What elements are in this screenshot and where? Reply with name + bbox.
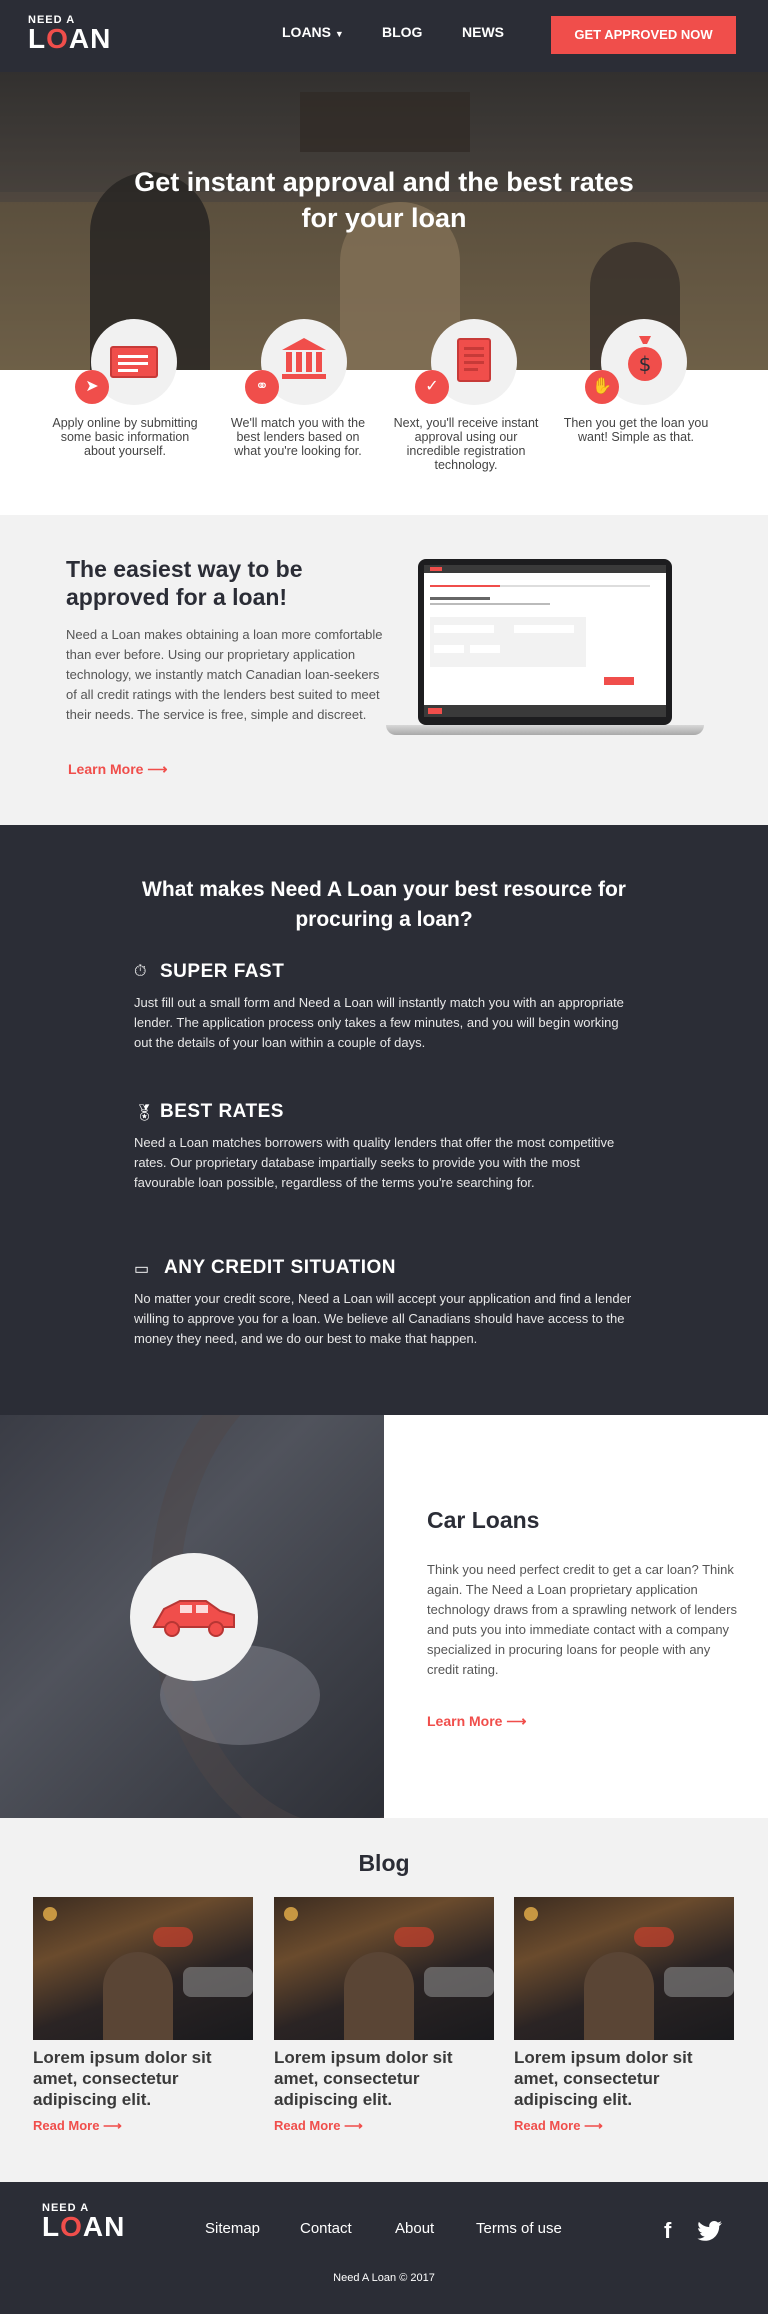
form-icon (110, 346, 158, 378)
blog-post-image[interactable] (33, 1897, 253, 2040)
read-more-link[interactable]: Read More ⟶ (514, 2118, 603, 2134)
hero-title: Get instant approval and the best rates … (134, 167, 634, 233)
get-approved-button[interactable]: GET APPROVED NOW (551, 16, 736, 54)
logo-main-text: LOAN (42, 2211, 126, 2242)
blog-title: Blog (358, 1850, 410, 1876)
nav-loans[interactable]: LOANS ▼ (282, 24, 344, 40)
money-bag-icon: $ (628, 336, 662, 381)
caret-down-icon: ▼ (334, 29, 344, 39)
easiest-way-title: The easiest way to be approved for a loa… (66, 556, 303, 610)
blog-post-image[interactable] (274, 1897, 494, 2040)
stopwatch-icon: ⏱ (134, 963, 147, 980)
read-more-link[interactable]: Read More ⟶ (274, 2118, 363, 2134)
feature-text-best-rates: Need a Loan matches borrowers with quali… (134, 1135, 615, 1190)
laptop-screen-content (424, 565, 666, 717)
arrow-right-icon: ⟶ (344, 2118, 363, 2133)
footer-link-about[interactable]: About (395, 2220, 434, 2237)
check-icon: ✓ (415, 370, 449, 404)
footer-link-terms[interactable]: Terms of use (476, 2220, 562, 2237)
footer-link-contact[interactable]: Contact (300, 2220, 352, 2237)
car-loans-section: Car Loans Think you need perfect credit … (384, 1415, 768, 1818)
blog-post-title[interactable]: Lorem ipsum dolor sit amet, consectetur … (514, 2047, 734, 2110)
feature-text-super-fast: Just fill out a small form and Need a Lo… (134, 995, 624, 1050)
arrow-right-icon: ⟶ (584, 2118, 603, 2133)
site-header: NEED A LOAN LOANS ▼ BLOG NEWS GET APPROV… (0, 0, 768, 72)
credit-card-icon: ▭ (134, 1261, 150, 1278)
copyright-text: Need A Loan © 2017 (333, 2272, 435, 2284)
easiest-way-body: Need a Loan makes obtaining a loan more … (66, 627, 383, 722)
arrow-right-icon: ⟶ (506, 1713, 527, 1729)
blog-section: Blog Lorem ipsum dolor sit amet, consect… (0, 1818, 768, 2182)
nav-blog[interactable]: BLOG (382, 24, 422, 40)
feature-title-super-fast: SUPER FAST (160, 961, 285, 982)
car-loans-title: Car Loans (427, 1507, 540, 1533)
document-icon (457, 338, 491, 382)
car-icon-circle (130, 1553, 258, 1681)
step-text: Next, you'll receive instant approval us… (393, 416, 539, 472)
feature-title-any-credit: ANY CREDIT SITUATION (164, 1257, 397, 1278)
learn-more-link[interactable]: Learn More ⟶ (427, 1713, 526, 1730)
blog-post-image[interactable] (514, 1897, 734, 2040)
car-icon (152, 1600, 235, 1637)
footer-logo[interactable]: NEED A LOAN (42, 2202, 126, 2242)
features-title: What makes Need A Loan your best resourc… (142, 878, 626, 931)
features-section: What makes Need A Loan your best resourc… (0, 825, 768, 1415)
bank-icon (282, 338, 326, 379)
twitter-icon[interactable] (697, 2220, 723, 2242)
arrow-right-icon: ⟶ (147, 761, 168, 777)
read-more-link[interactable]: Read More ⟶ (33, 2118, 122, 2134)
step-text: Apply online by submitting some basic in… (52, 416, 198, 458)
svg-text:$: $ (639, 352, 652, 376)
feature-title-best-rates: BEST RATES (160, 1101, 284, 1122)
blog-post-title[interactable]: Lorem ipsum dolor sit amet, consectetur … (33, 2047, 253, 2110)
link-icon: ⚭ (245, 370, 279, 404)
send-icon: ➤ (75, 370, 109, 404)
facebook-icon[interactable]: f (664, 2218, 671, 2244)
hand-icon: ✋ (585, 370, 619, 404)
award-icon: 🏅︎ (134, 1105, 155, 1122)
site-footer: NEED A LOAN Sitemap Contact About Terms … (0, 2182, 768, 2314)
nav-news[interactable]: NEWS (462, 24, 504, 40)
logo-main-text: LOAN (28, 23, 112, 54)
arrow-right-icon: ⟶ (103, 2118, 122, 2133)
step-text: We'll match you with the best lenders ba… (230, 416, 366, 458)
learn-more-link[interactable]: Learn More ⟶ (68, 761, 167, 778)
site-logo[interactable]: NEED A LOAN (28, 14, 112, 54)
laptop-base (386, 725, 704, 735)
feature-text-any-credit: No matter your credit score, Need a Loan… (134, 1291, 632, 1346)
step-text: Then you get the loan you want! Simple a… (563, 416, 709, 444)
blog-post-title[interactable]: Lorem ipsum dolor sit amet, consectetur … (274, 2047, 494, 2110)
car-loans-body: Think you need perfect credit to get a c… (427, 1562, 737, 1677)
easiest-way-section: The easiest way to be approved for a loa… (0, 515, 768, 825)
footer-link-sitemap[interactable]: Sitemap (205, 2220, 260, 2237)
